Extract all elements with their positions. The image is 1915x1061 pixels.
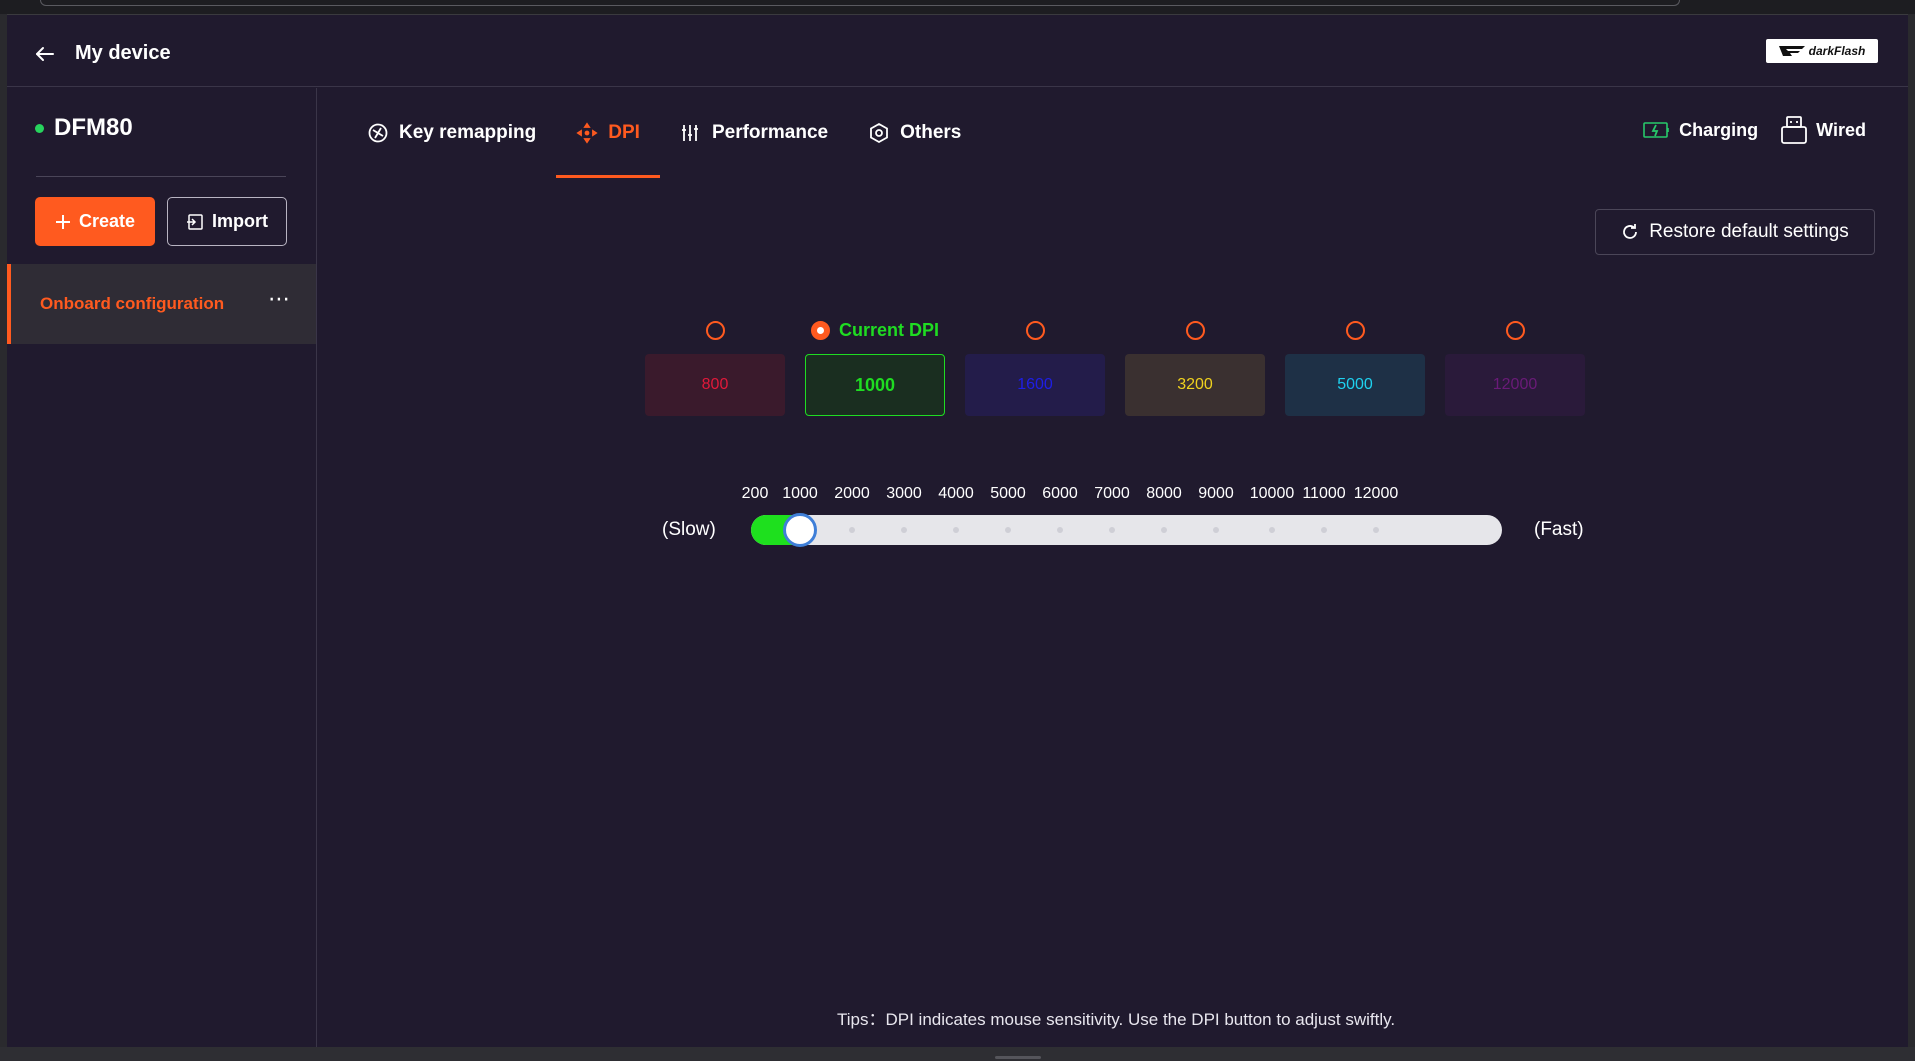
page-title: My device [75, 42, 171, 64]
import-icon [187, 213, 203, 230]
battery-label: Charging [1679, 119, 1759, 140]
connection-status: Wired [1780, 115, 1866, 145]
slider-step-dot [1109, 527, 1115, 533]
plus-icon [55, 214, 70, 229]
battery-status: Charging [1643, 120, 1758, 141]
dpi-radio-6[interactable] [1505, 320, 1525, 340]
create-label: Create [78, 211, 136, 231]
dpi-level-6: 12000 [1445, 315, 1585, 416]
dpi-level-2: Current DPI 1000 [805, 315, 945, 416]
slider-step-dot [1057, 527, 1063, 533]
tick-label: 8000 [1146, 485, 1182, 502]
dpi-level-3: 1600 [965, 315, 1105, 416]
tab-bar: Key remapping DPI Performance Others [347, 88, 981, 178]
sliders-icon [681, 125, 698, 141]
dpi-crosshair-icon [576, 122, 598, 144]
device-name-label: DFM80 [54, 114, 133, 141]
dpi-value-box-4[interactable]: 3200 [1125, 354, 1265, 416]
dpi-value-box-5[interactable]: 5000 [1285, 354, 1425, 416]
resize-handle [995, 1056, 1041, 1059]
dpi-tick-labels: 200 1000 2000 3000 4000 5000 6000 7000 8000 9000 1… [740, 485, 1540, 509]
dpi-value-box-3[interactable]: 1600 [965, 354, 1105, 416]
config-label: Onboard configuration [40, 294, 225, 313]
slider-step-dot [1005, 527, 1011, 533]
tick-label: 10000 [1249, 485, 1295, 502]
sidebar-divider [36, 176, 286, 177]
fast-label: (Fast) [1534, 519, 1584, 540]
tick-label: 2000 [834, 485, 870, 502]
dpi-radio-2[interactable] [810, 320, 830, 340]
tab-performance[interactable]: Performance [660, 88, 848, 178]
app-window: My device darkFlash DFM80 Create Import … [7, 14, 1908, 1048]
dpi-radio-3[interactable] [1025, 320, 1045, 340]
app-header: My device darkFlash [7, 15, 1908, 87]
brand-logo: darkFlash [1766, 39, 1878, 63]
refresh-icon [1623, 224, 1638, 239]
create-button[interactable]: Create [35, 197, 155, 246]
tab-label: Performance [711, 122, 829, 143]
hexagon-settings-icon [870, 122, 889, 144]
connection-label: Wired [1816, 119, 1866, 140]
dpi-radio-5[interactable] [1345, 320, 1365, 340]
online-status-dot [35, 123, 44, 133]
slider-thumb[interactable] [783, 513, 817, 547]
device-name: DFM80 [35, 114, 133, 142]
restore-label: Restore default settings [1649, 221, 1849, 242]
sidebar-item-onboard-configuration[interactable]: Onboard configuration ⋯ [7, 264, 316, 344]
tips-text: Tips：DPI indicates mouse sensitivity. Us… [837, 1010, 1396, 1029]
window-bottom-strip [0, 1047, 1915, 1061]
tab-dpi[interactable]: DPI [556, 88, 660, 178]
dpi-value-box-2[interactable]: 1000 [805, 354, 945, 416]
dpi-radio-1[interactable] [705, 320, 725, 340]
tick-label: 9000 [1198, 485, 1234, 502]
tick-label: 1000 [782, 485, 818, 502]
slider-step-dot [849, 527, 855, 533]
window-top-strip [0, 0, 1915, 14]
dpi-radio-4[interactable] [1185, 320, 1205, 340]
window-top-bar [40, 0, 1680, 6]
slow-label: (Slow) [662, 519, 716, 540]
import-label: Import [212, 211, 268, 231]
current-dpi-label: Current DPI [838, 319, 939, 340]
back-button[interactable] [33, 39, 73, 69]
tab-key-remapping[interactable]: Key remapping [347, 88, 556, 178]
dpi-value-box-1[interactable]: 800 [645, 354, 785, 416]
slider-step-dot [953, 527, 959, 533]
dpi-slider[interactable] [751, 513, 1502, 547]
slider-step-dot [1213, 527, 1219, 533]
brand-mark-icon [1778, 46, 1805, 56]
tab-label: Key remapping [399, 122, 537, 143]
tick-label: 12000 [1353, 485, 1399, 502]
tick-label: 200 [741, 485, 769, 502]
tick-label: 5000 [990, 485, 1026, 502]
tick-label: 6000 [1042, 485, 1078, 502]
brand-name: darkFlash [1808, 44, 1866, 58]
wired-usb-icon [1781, 116, 1808, 144]
key-remap-icon [368, 123, 388, 143]
import-button[interactable]: Import [167, 197, 287, 246]
slider-step-dot [1161, 527, 1167, 533]
battery-charging-icon [1643, 122, 1669, 138]
dpi-value-box-6[interactable]: 12000 [1445, 354, 1585, 416]
slider-step-dot [1373, 527, 1379, 533]
tab-label: DPI [608, 122, 640, 143]
slider-step-dot [901, 527, 907, 533]
dpi-level-1: 800 [645, 315, 785, 416]
dpi-level-4: 3200 [1125, 315, 1265, 416]
dpi-level-5: 5000 [1285, 315, 1425, 416]
tick-label: 3000 [886, 485, 922, 502]
tick-label: 11000 [1302, 485, 1346, 502]
tab-others[interactable]: Others [848, 88, 981, 178]
sidebar: DFM80 Create Import Onboard configuratio… [7, 88, 317, 1048]
restore-default-button[interactable]: Restore default settings [1595, 209, 1875, 255]
tick-label: 4000 [938, 485, 974, 502]
arrow-left-icon [36, 47, 54, 61]
tick-label: 7000 [1094, 485, 1130, 502]
slider-step-dot [1321, 527, 1327, 533]
slider-step-dot [1269, 527, 1275, 533]
dpi-levels: 800 Current DPI 1000 1600 3200 5000 1200… [645, 315, 1585, 416]
device-status: Charging Wired [1643, 115, 1866, 145]
tab-label: Others [900, 122, 962, 143]
more-options-icon[interactable]: ⋯ [268, 286, 292, 312]
